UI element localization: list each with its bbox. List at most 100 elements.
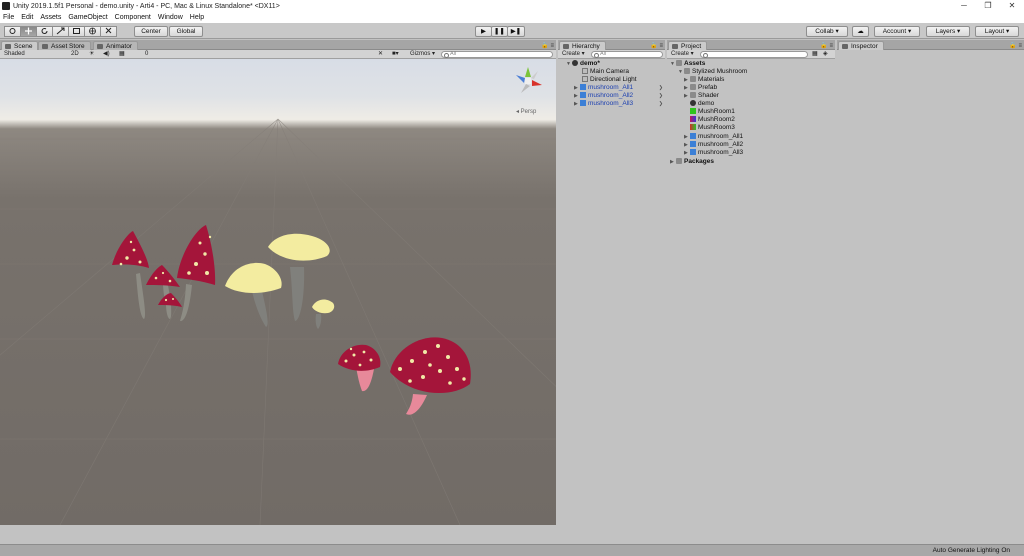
project-item-mushroom-all1[interactable]: ▶ mushroom_All1 (684, 133, 743, 141)
effects-toggle-icon[interactable]: ▦ (119, 51, 125, 58)
menu-gameobject[interactable]: GameObject (68, 14, 107, 21)
hierarchy-search-input[interactable]: All (591, 51, 663, 58)
hierarchy-item-directional-light[interactable]: Directional Light (582, 76, 637, 84)
status-message: Auto Generate Lighting On (932, 547, 1010, 554)
play-button[interactable]: ▶ (475, 26, 492, 37)
hierarchy-tabstrip: Hierarchy 🔒 ≡ (558, 40, 665, 50)
minimize-button[interactable]: ─ (952, 0, 976, 12)
scene-viewport[interactable]: ◂ Persp (0, 59, 556, 525)
hierarchy-scene-root[interactable]: ▼ demo* (566, 60, 600, 68)
project-item-demo[interactable]: demo (690, 100, 714, 108)
tools-settings-icon[interactable]: ✕ (378, 51, 383, 58)
project-folder-stylized-mushroom[interactable]: ▼ Stylized Mushroom (678, 68, 747, 76)
project-create-dropdown[interactable]: Create ▾ (671, 51, 694, 58)
project-search-input[interactable] (700, 51, 808, 58)
pause-button[interactable]: ❚❚ (491, 26, 508, 37)
filter-by-label-icon[interactable]: ◈ (823, 51, 828, 58)
project-item-prefab[interactable]: ▶ Prefab (684, 84, 717, 92)
move-tool-button[interactable] (20, 26, 37, 37)
step-button[interactable]: ▶❚ (507, 26, 525, 37)
menu-assets[interactable]: Assets (40, 14, 61, 21)
hierarchy-item-label: Main Camera (590, 68, 630, 75)
project-item-mushroom2[interactable]: MushRoom2 (690, 116, 735, 124)
tab-animator-label: Animator (106, 43, 133, 50)
hidden-objects-count[interactable]: 0 (145, 51, 148, 58)
prefab-open-arrow-icon[interactable]: ❯ (659, 101, 663, 107)
tab-project[interactable]: Project (668, 41, 708, 50)
camera-settings-icon[interactable]: ■▾ (392, 51, 399, 58)
rotate-tool-button[interactable] (36, 26, 53, 37)
transform-icon (89, 27, 96, 35)
hierarchy-create-dropdown[interactable]: Create ▾ (562, 51, 585, 58)
pivot-toggle-button[interactable]: Center (134, 26, 168, 37)
scene-search-input[interactable]: All (441, 51, 553, 58)
account-label: Account ▾ (882, 28, 912, 35)
perspective-label[interactable]: ◂ Persp (516, 108, 536, 115)
assets-label: Assets (684, 60, 706, 67)
project-item-mushroom-all3[interactable]: ▶ mushroom_All3 (684, 149, 743, 157)
project-root-packages[interactable]: ▶ Packages (670, 158, 714, 166)
gizmos-dropdown[interactable]: Gizmos ▾ (410, 51, 435, 58)
tab-inspector[interactable]: Inspector (838, 41, 884, 50)
project-root-assets[interactable]: ▼ Assets (670, 60, 705, 68)
project-item-mushroom1[interactable]: MushRoom1 (690, 108, 735, 116)
menu-bar: File Edit Assets GameObject Component Wi… (0, 12, 1024, 23)
scale-icon (56, 27, 65, 35)
custom-tool-button[interactable] (100, 26, 117, 37)
scene-panel-menu-icon[interactable]: 🔒 ≡ (541, 42, 554, 49)
tab-hierarchy-label: Hierarchy (572, 43, 600, 50)
menu-file[interactable]: File (3, 14, 14, 21)
prefab-icon (690, 133, 696, 139)
hierarchy-tab-icon (563, 44, 569, 49)
layout-label: Layout ▾ (984, 28, 1010, 35)
hierarchy-menu-icon[interactable]: 🔒 ≡ (650, 42, 663, 49)
inspector-menu-icon[interactable]: 🔒 ≡ (1009, 42, 1022, 49)
menu-window[interactable]: Window (158, 14, 183, 21)
project-item-materials[interactable]: ▶ Materials (684, 76, 724, 84)
2d-toggle[interactable]: 2D (71, 51, 79, 58)
hierarchy-item-mushroom-all1[interactable]: ▶ mushroom_All1 (574, 84, 633, 92)
rotate-icon (41, 28, 48, 34)
account-dropdown[interactable]: Account ▾ (874, 26, 920, 37)
prefab-open-arrow-icon[interactable]: ❯ (659, 85, 663, 91)
project-item-mushroom3[interactable]: MushRoom3 (690, 124, 735, 132)
scene-orientation-gizmo[interactable] (516, 67, 542, 93)
scale-tool-button[interactable] (52, 26, 69, 37)
shading-mode-dropdown[interactable]: Shaded (4, 51, 54, 58)
restore-button[interactable]: ❐ (976, 0, 1000, 12)
tab-hierarchy[interactable]: Hierarchy (559, 41, 606, 50)
layout-dropdown[interactable]: Layout ▾ (975, 26, 1019, 37)
hierarchy-item-mushroom-all2[interactable]: ▶ mushroom_All2 (574, 92, 633, 100)
tab-inspector-label: Inspector (851, 43, 878, 50)
menu-help[interactable]: Help (190, 14, 204, 21)
filter-by-type-icon[interactable]: ▦ (812, 51, 818, 58)
project-item-label: Prefab (698, 84, 718, 91)
inspector-tab-icon (842, 44, 848, 49)
menu-component[interactable]: Component (115, 14, 151, 21)
close-button[interactable]: ✕ (1000, 0, 1024, 12)
collab-dropdown[interactable]: Collab ▾ (806, 26, 848, 37)
prefab-open-arrow-icon[interactable]: ❯ (659, 93, 663, 99)
tab-animator[interactable]: Animator (93, 41, 139, 50)
window-controls: ─ ❐ ✕ (952, 0, 1024, 12)
rect-tool-button[interactable] (68, 26, 85, 37)
lighting-toggle-icon[interactable]: ☀ (89, 51, 94, 58)
project-menu-icon[interactable]: 🔒 ≡ (820, 42, 833, 49)
prefab-icon (690, 141, 696, 147)
hierarchy-item-mushroom-all3[interactable]: ▶ mushroom_All3 (574, 100, 633, 108)
prefab-icon (580, 84, 586, 90)
project-item-shader[interactable]: ▶ Shader (684, 92, 719, 100)
hand-tool-button[interactable] (4, 26, 21, 37)
project-item-mushroom-all2[interactable]: ▶ mushroom_All2 (684, 141, 743, 149)
tab-scene[interactable]: Scene (1, 41, 39, 50)
expand-arrow-icon[interactable]: ▼ (566, 60, 572, 68)
scene-icon (572, 60, 578, 66)
tab-asset-store[interactable]: Asset Store (38, 41, 91, 50)
transform-tool-button[interactable] (84, 26, 101, 37)
audio-toggle-icon[interactable]: ◀) (103, 51, 110, 58)
hierarchy-item-main-camera[interactable]: Main Camera (582, 68, 629, 76)
menu-edit[interactable]: Edit (21, 14, 33, 21)
space-toggle-button[interactable]: Global (169, 26, 203, 37)
layers-dropdown[interactable]: Layers ▾ (926, 26, 970, 37)
cloud-button[interactable]: ☁ (852, 26, 869, 37)
